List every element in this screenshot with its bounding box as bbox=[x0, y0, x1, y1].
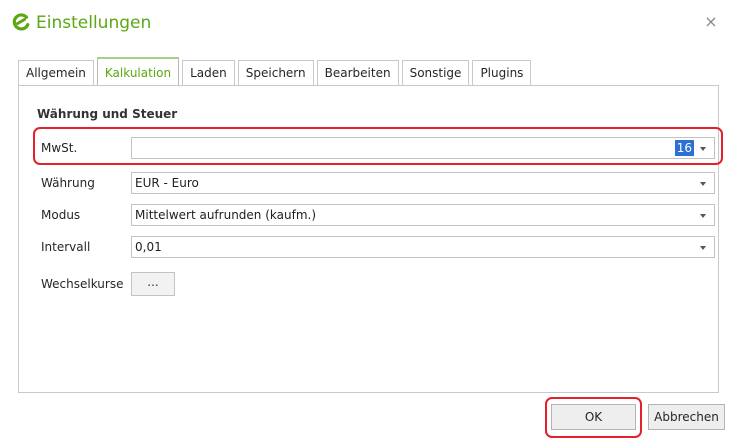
app-logo-icon bbox=[11, 12, 31, 32]
intervall-value: 0,01 bbox=[135, 240, 162, 254]
wechselkurse-button[interactable]: ... bbox=[131, 272, 175, 296]
title-bar: Einstellungen × bbox=[0, 0, 729, 46]
cancel-button[interactable]: Abbrechen bbox=[648, 404, 725, 430]
dialog-title: Einstellungen bbox=[36, 13, 152, 33]
chevron-down-icon[interactable] bbox=[699, 173, 709, 193]
tab-bearbeiten[interactable]: Bearbeiten bbox=[316, 60, 399, 85]
close-icon[interactable]: × bbox=[701, 12, 721, 32]
tab-plugins[interactable]: Plugins bbox=[472, 60, 532, 85]
intervall-select[interactable]: 0,01 bbox=[131, 236, 715, 258]
chevron-down-icon[interactable] bbox=[699, 205, 709, 225]
modus-label: Modus bbox=[41, 208, 81, 222]
tab-kalkulation[interactable]: Kalkulation bbox=[96, 57, 180, 85]
modus-value: Mittelwert aufrunden (kaufm.) bbox=[135, 208, 317, 222]
modus-select[interactable]: Mittelwert aufrunden (kaufm.) bbox=[131, 204, 715, 226]
tab-speichern[interactable]: Speichern bbox=[237, 60, 314, 85]
chevron-down-icon[interactable] bbox=[699, 237, 709, 257]
tab-allgemein[interactable]: Allgemein bbox=[18, 60, 94, 85]
mwst-highlight bbox=[33, 127, 723, 165]
wechselkurse-label: Wechselkurse bbox=[41, 277, 124, 291]
intervall-label: Intervall bbox=[41, 240, 91, 254]
section-title: Währung und Steuer bbox=[37, 107, 178, 121]
ok-highlight bbox=[545, 397, 642, 438]
waehrung-value: EUR - Euro bbox=[135, 176, 199, 190]
tab-sonstige[interactable]: Sonstige bbox=[401, 60, 470, 85]
waehrung-label: Währung bbox=[41, 176, 95, 190]
settings-dialog: Einstellungen × Allgemein Kalkulation La… bbox=[0, 0, 729, 441]
waehrung-select[interactable]: EUR - Euro bbox=[131, 172, 715, 194]
tab-bar: Allgemein Kalkulation Laden Speichern Be… bbox=[18, 57, 534, 85]
tab-laden[interactable]: Laden bbox=[182, 60, 235, 85]
